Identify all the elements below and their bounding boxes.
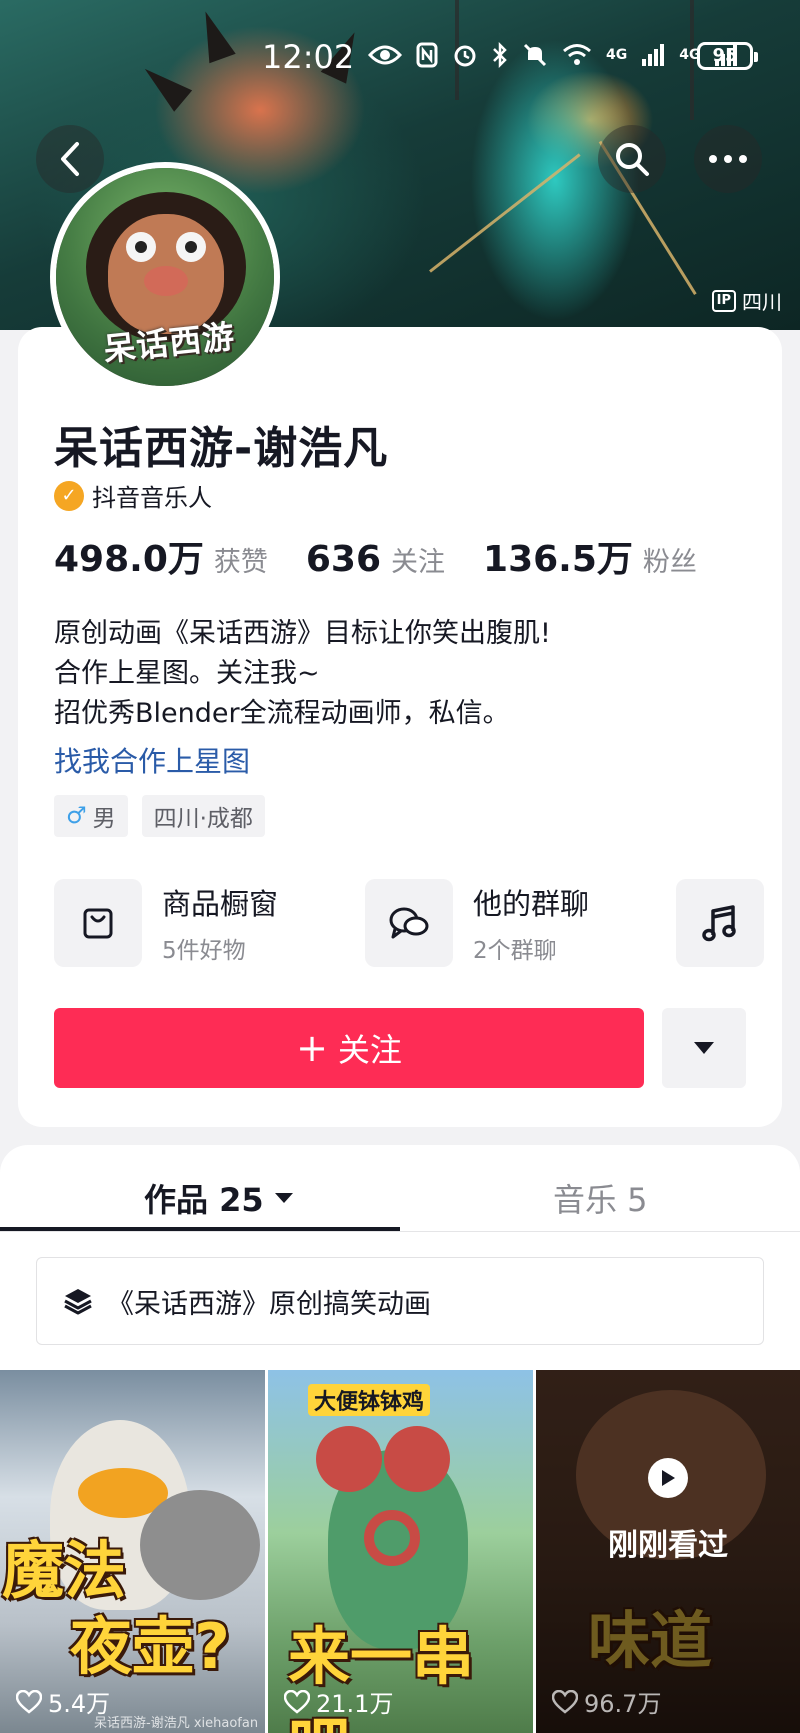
battery-indicator: 95 — [697, 42, 758, 70]
layers-icon — [64, 1289, 92, 1315]
more-dots-icon — [709, 155, 747, 163]
group-chat-title: 他的群聊 — [473, 887, 590, 921]
plus-icon: + — [296, 1026, 328, 1070]
verified-check-icon: ✓ — [54, 480, 84, 511]
more-options-button[interactable] — [694, 125, 762, 193]
collection-label: 《呆话西游》原创搞笑动画 — [107, 1288, 431, 1320]
shop-window-sub: 5件好物 — [162, 938, 246, 964]
bio-line: 合作上星图。关注我~ — [54, 658, 320, 689]
search-icon — [616, 143, 649, 176]
video-thumbnail[interactable]: 魔法 夜壶? 5.4万 呆话西游-谢浩凡 xiehaofan — [0, 1370, 265, 1733]
shopping-bag-icon — [83, 908, 113, 939]
avatar[interactable]: 呆话西游 — [50, 162, 280, 392]
group-chat-sub: 2个群聊 — [473, 938, 557, 964]
group-chat-entry[interactable]: 他的群聊 2个群聊 — [365, 879, 589, 967]
bio-line: 招优秀Blender全流程动画师，私信。 — [54, 698, 510, 729]
video-thumbnail[interactable]: 味道 刚刚看过 96.7万 — [536, 1370, 800, 1733]
video-likes-count: 21.1万 — [316, 1690, 394, 1718]
location-label: 四川·成都 — [153, 806, 253, 832]
gender-tag: ♂ 男 — [54, 795, 128, 837]
status-icons: 4G 4G — [368, 42, 738, 68]
shop-window-title: 商品橱窗 — [162, 887, 279, 921]
status-time: 12:02 — [262, 38, 355, 76]
tab-divider — [0, 1231, 800, 1232]
video-top-label: 大便钵钵鸡 — [308, 1384, 431, 1416]
tab-works-label: 作品 25 — [144, 1181, 264, 1219]
shop-icon-box — [54, 879, 142, 967]
caret-down-icon — [694, 1042, 714, 1054]
alarm-icon — [454, 45, 476, 67]
video-caption: 夜壶? — [70, 1610, 230, 1683]
ip-icon: IP — [711, 289, 736, 312]
music-note-icon — [702, 905, 736, 942]
tab-music-label: 音乐 5 — [553, 1181, 648, 1219]
location-tag: 四川·成都 — [141, 795, 265, 837]
mute-icon — [523, 43, 547, 67]
profile-name: 呆话西游-谢浩凡 — [54, 423, 389, 474]
verified-badge[interactable]: ✓ 抖音音乐人 — [54, 478, 212, 513]
video-likes: 96.7万 — [552, 1684, 661, 1719]
ip-location: 四川 — [742, 290, 782, 314]
music-entry[interactable] — [676, 879, 764, 967]
profile-entries: 商品橱窗 5件好物 他的群聊 2个群聊 — [54, 879, 764, 967]
signal-icon — [642, 44, 665, 66]
follow-button[interactable]: + 关注 — [54, 1008, 644, 1088]
play-icon — [648, 1458, 688, 1498]
gender-label: 男 — [92, 806, 116, 832]
bio-line: 原创动画《呆话西游》目标让你笑出腹肌! — [54, 618, 551, 649]
collection-entry[interactable]: 《呆话西游》原创搞笑动画 — [36, 1257, 764, 1345]
heart-icon — [552, 1689, 578, 1714]
caret-down-icon — [274, 1193, 293, 1203]
chat-bubbles-icon — [389, 907, 429, 939]
watermark: 呆话西游-谢浩凡 xiehaofan — [94, 1716, 259, 1731]
tab-works[interactable]: 作品 25 — [144, 1175, 294, 1221]
follow-dropdown-button[interactable] — [662, 1008, 746, 1088]
music-icon-box — [676, 879, 764, 967]
video-likes-count: 96.7万 — [584, 1690, 662, 1718]
group-chat-icon-box — [365, 879, 453, 967]
stat-followers[interactable]: 136.5万 粉丝 — [483, 530, 697, 582]
verified-label: 抖音音乐人 — [92, 484, 212, 512]
status-bar: 12:02 4G 4G 95 — [0, 38, 800, 78]
stat-followers-value: 136.5万 — [483, 539, 633, 580]
shop-window-entry[interactable]: 商品橱窗 5件好物 — [54, 879, 278, 967]
heart-icon — [284, 1689, 310, 1714]
video-thumbnail[interactable]: 大便钵钵鸡 来一串吧 21.1万 — [268, 1370, 533, 1733]
heart-icon — [16, 1689, 42, 1714]
network-label-1: 4G — [606, 47, 628, 63]
video-likes: 21.1万 — [284, 1684, 393, 1719]
male-icon: ♂ — [66, 803, 87, 829]
eye-icon — [368, 45, 402, 65]
tab-music[interactable]: 音乐 5 — [553, 1175, 648, 1221]
search-button[interactable] — [598, 125, 666, 193]
stat-likes-value: 498.0万 — [54, 539, 204, 580]
video-grid: 魔法 夜壶? 5.4万 呆话西游-谢浩凡 xiehaofan 大便钵钵鸡 来一串… — [0, 1370, 800, 1733]
stat-followers-label: 粉丝 — [642, 547, 697, 578]
star-map-link[interactable]: 找我合作上星图 — [54, 740, 250, 780]
stat-likes: 498.0万 获赞 — [54, 530, 268, 582]
stat-following-label: 关注 — [391, 547, 446, 578]
wifi-icon — [563, 44, 591, 65]
profile-bio: 原创动画《呆话西游》目标让你笑出腹肌! 合作上星图。关注我~ 招优秀Blende… — [54, 614, 551, 734]
follow-label: 关注 — [337, 1031, 402, 1069]
stat-following[interactable]: 636 关注 — [306, 539, 445, 580]
profile-stats: 498.0万 获赞 636 关注 136.5万 粉丝 — [54, 530, 735, 582]
banner-rope — [429, 153, 581, 273]
ip-location-badge: IP 四川 — [711, 286, 782, 315]
stat-following-value: 636 — [305, 539, 382, 580]
nfc-icon — [416, 42, 438, 68]
bluetooth-icon — [493, 42, 507, 68]
profile-tags: ♂ 男 四川·成都 — [54, 795, 265, 837]
stat-likes-label: 获赞 — [213, 547, 268, 578]
recently-watched-label: 刚刚看过 — [608, 1528, 728, 1563]
